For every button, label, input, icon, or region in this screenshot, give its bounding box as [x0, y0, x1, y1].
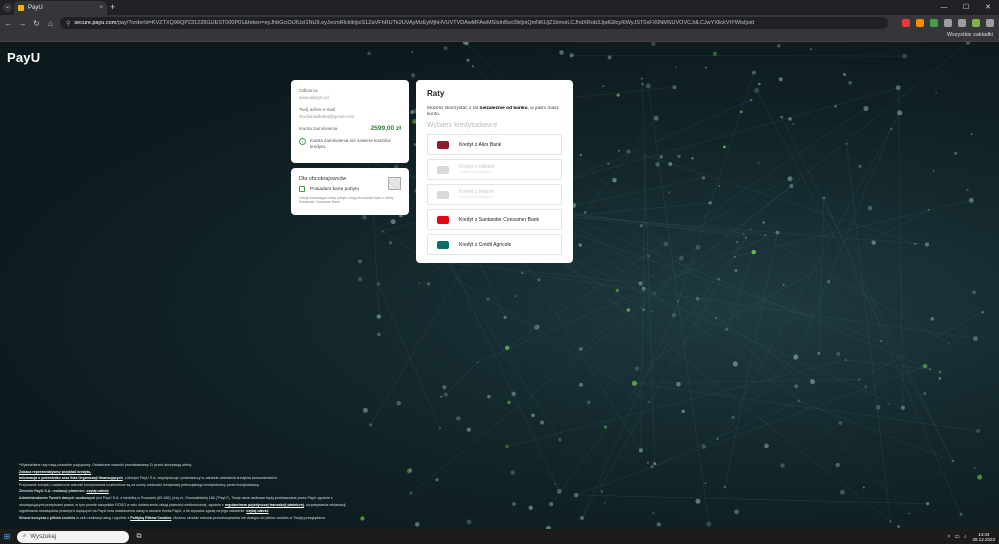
raty-title: Raty — [427, 89, 445, 98]
payu-page: PayU Odbiorca www.allegro.pl Twój adres … — [0, 42, 999, 529]
taskbar-search-box[interactable]: ⌕ Wyszukaj — [17, 530, 129, 543]
residence-card-label: Posiadam kartę pobytu — [310, 186, 360, 192]
network-icon[interactable]: ▭ — [955, 534, 960, 540]
extensions-puzzle-icon[interactable] — [944, 19, 952, 27]
residence-card-checkbox[interactable] — [299, 186, 305, 192]
url-host: secure.payu.com — [74, 20, 117, 26]
clock[interactable]: 14:34 28.12.2023 — [972, 532, 995, 542]
recipient-label: Odbiorca — [299, 88, 318, 93]
lender-option[interactable]: Kredyt z Alior Bank — [427, 134, 562, 155]
tab-close-icon[interactable]: × — [99, 5, 103, 11]
amount-info-text: Kwota zamówienia nie zawiera kosztów kre… — [310, 138, 391, 149]
site-info-icon[interactable]: ⚲ — [66, 20, 70, 27]
lender-option: Kredyt z Inbank Chwilowo niedostępny — [427, 184, 562, 205]
payu-logo: PayU — [7, 50, 41, 65]
credit-agricole-logo-icon — [436, 239, 450, 251]
email-label: Twój adres e-mail — [299, 107, 335, 112]
amount-info: i Kwota zamówienia nie zawiera kosztów k… — [299, 138, 401, 150]
lender-option-label: Kredyt z Santander Consumer Bank — [459, 216, 540, 223]
lender-option[interactable]: Kredyt z Santander Consumer Bank — [427, 209, 562, 230]
mbank-logo-icon — [436, 164, 450, 176]
maximize-button[interactable]: ☐ — [955, 0, 977, 15]
browser-toolbar: ← → ↻ ⌂ ⚲ secure.payu.com/pay/?orderId=K… — [0, 15, 999, 31]
payu-favicon-icon — [18, 5, 24, 11]
cookies-policy-link[interactable]: Polityką Plików Cookies — [130, 516, 171, 520]
new-tab-button[interactable]: + — [110, 2, 115, 12]
system-tray: ˄ ▭ ♪ 14:34 28.12.2023 — [943, 529, 995, 544]
lender-option-label: Kredyt z Crédit Agricole — [459, 241, 512, 248]
lender-option: Kredyt z mBank Chwilowo niedostępny — [427, 159, 562, 180]
amount-row: Kwota zamówienia 2599,00 zł — [299, 125, 401, 132]
extensions-area — [899, 15, 997, 31]
tab-search-menu-icon[interactable]: ⌄ — [3, 3, 12, 12]
forward-button[interactable]: → — [17, 19, 28, 28]
home-button[interactable]: ⌂ — [45, 19, 56, 28]
extension-icon[interactable] — [930, 19, 938, 27]
raty-description: Możesz skorzystać z rat niezależnie od b… — [427, 106, 559, 117]
foreigners-card: Dla obcokrajowców Posiadam kartę pobytu … — [291, 168, 409, 215]
footer-line: Informacja o pośredniku oraz lista Organ… — [19, 476, 278, 481]
windows-taskbar: ⊞ ⌕ Wyszukaj ⧉ ˄ ▭ ♪ 14:34 28.12.2023 — [0, 529, 999, 544]
task-view-button[interactable]: ⧉ — [133, 533, 145, 541]
intermediary-info-link[interactable]: Informacja o pośredniku oraz lista Organ… — [19, 476, 123, 480]
inbank-logo-icon — [436, 189, 450, 201]
santander-logo-icon — [436, 214, 450, 226]
window-controls: — ☐ ✕ — [933, 0, 999, 15]
choose-lender-subtitle: Wybierz kredytodawcę — [427, 122, 498, 129]
tab-title: PayU — [28, 5, 43, 11]
footer-line: *Wyświetlane raty mają charakter poglądo… — [19, 463, 193, 467]
footer-line: wypełniania obowiązków prawnych ciążącyc… — [19, 509, 269, 514]
volume-icon[interactable]: ♪ — [964, 534, 967, 540]
sidepanel-icon[interactable] — [958, 19, 966, 27]
all-bookmarks-button[interactable]: Wszystkie zakładki — [947, 32, 993, 38]
amount-label: Kwota zamówienia — [299, 126, 338, 131]
start-button[interactable]: ⊞ — [0, 532, 14, 541]
lender-option-status: Chwilowo niedostępny — [459, 170, 493, 174]
footer-line: Strona korzysta z plików cookies w celu … — [19, 515, 327, 520]
footer-line: Administratorem Twoich danych osobowych … — [19, 495, 333, 500]
footer-line: Zlecenie PayU S.A. realizacji płatności:… — [19, 489, 109, 494]
footer-line: obowiązującymi przepisami prawa, w tym p… — [19, 502, 347, 507]
bookmarks-bar: Wszystkie zakładki — [0, 31, 999, 42]
email-value: studiobadhabit@gmail.com — [299, 114, 355, 119]
foreigners-note: Usługi dokładające kartę pobytu mogą sko… — [299, 196, 394, 204]
search-icon: ⌕ — [23, 533, 27, 539]
representative-example-link[interactable]: Zobacz reprezentatywny przykład kredytu. — [19, 469, 439, 476]
foreigners-title: Dla obcokrajowców — [299, 176, 347, 182]
extension-icon[interactable] — [902, 19, 910, 27]
amount-value: 2599,00 zł — [370, 125, 401, 132]
extension-icon[interactable] — [916, 19, 924, 27]
address-bar[interactable]: ⚲ secure.payu.com/pay/?orderId=KVZTXQ96Q… — [60, 17, 888, 29]
residence-card-checkbox-row[interactable]: Posiadam kartę pobytu — [299, 186, 401, 192]
url-path: /pay/?orderId=KVZTXQ96QP231228GUEST000P0… — [116, 20, 755, 26]
transaction-regulations-link[interactable]: regulaminem pojedynczej transakcji płatn… — [225, 503, 304, 507]
lender-option-status: Chwilowo niedostępny — [459, 195, 493, 199]
chrome-menu-icon[interactable] — [986, 19, 994, 27]
clock-date: 28.12.2023 — [972, 536, 995, 542]
tray-overflow-icon[interactable]: ˄ — [947, 534, 950, 540]
reload-button[interactable]: ↻ — [31, 19, 42, 28]
residence-card-illustration-icon — [388, 177, 401, 190]
close-window-button[interactable]: ✕ — [977, 0, 999, 15]
lender-options: Kredyt z Alior Bank Kredyt z mBank Chwilow… — [427, 134, 562, 255]
browser-tab-bar: ⌄ PayU × + — ☐ ✕ — [0, 0, 999, 15]
footer-line: Przyznanie kredytu i ostateczne warunki … — [19, 482, 260, 487]
legal-footer: *Wyświetlane raty mają charakter poglądo… — [19, 462, 439, 521]
lender-option[interactable]: Kredyt z Crédit Agricole — [427, 234, 562, 255]
order-summary-card: Odbiorca www.allegro.pl Twój adres e-mai… — [291, 80, 409, 163]
minimize-button[interactable]: — — [933, 0, 955, 15]
info-icon: i — [299, 138, 306, 145]
lender-option-label: Kredyt z Alior Bank — [459, 141, 502, 148]
search-placeholder: Wyszukaj — [30, 533, 56, 540]
back-button[interactable]: ← — [3, 19, 14, 28]
alior-bank-logo-icon — [436, 139, 450, 151]
raty-card: Raty Możesz skorzystać z rat niezależnie… — [416, 80, 573, 263]
data-read-more-link[interactable]: czytaj całość — [246, 509, 268, 513]
payment-order-read-more-link[interactable]: czytaj całość — [87, 489, 109, 493]
browser-tab-payu[interactable]: PayU × — [14, 1, 107, 15]
profile-avatar-icon[interactable] — [972, 19, 980, 27]
